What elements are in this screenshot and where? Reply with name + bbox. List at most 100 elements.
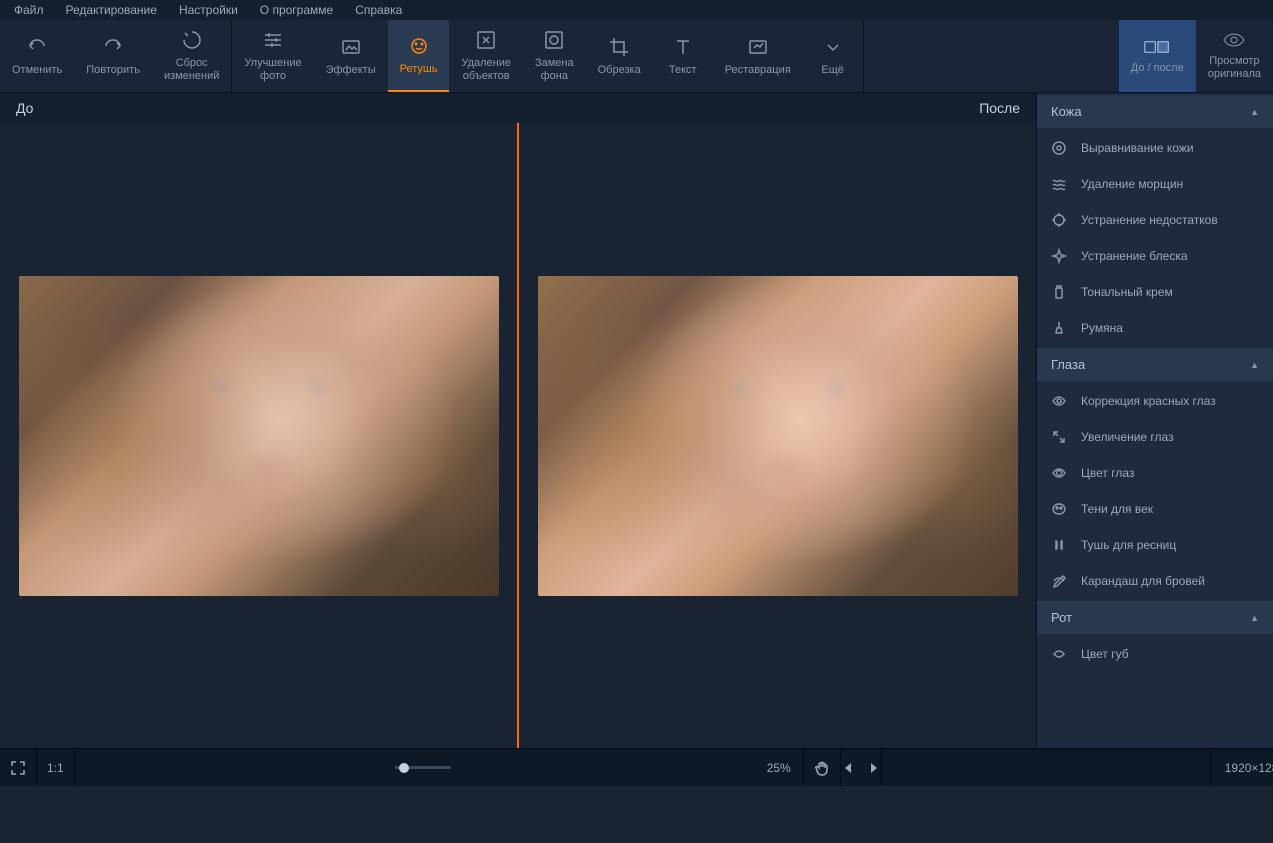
eyeshadow[interactable]: Тени для век — [1037, 491, 1273, 527]
text-button[interactable]: Текст — [653, 20, 713, 92]
change-background-button[interactable]: Заменафона — [523, 20, 586, 92]
redo-button[interactable]: Повторить — [74, 20, 152, 92]
navigation-controls — [841, 761, 881, 775]
dimensions-text: 1920×1280 — [1225, 761, 1273, 775]
zoom-controls: 25% — [75, 749, 804, 786]
section-skin-title: Кожа — [1051, 104, 1082, 119]
target-icon — [1051, 140, 1067, 156]
crosshair-icon — [1051, 212, 1067, 228]
hand-icon — [814, 760, 830, 776]
compare-view — [0, 123, 1036, 748]
bottle-icon — [1051, 284, 1067, 300]
section-skin[interactable]: Кожа ▲ — [1037, 95, 1273, 128]
crop-label: Обрезка — [598, 64, 641, 77]
before-after-toggle[interactable]: До / после — [1119, 20, 1196, 92]
canvas-area: До После — [0, 93, 1036, 748]
fullscreen-icon — [10, 760, 26, 776]
effects-icon — [340, 36, 362, 58]
eye-icon — [1051, 465, 1067, 481]
compare-icon — [1144, 38, 1170, 56]
after-photo — [538, 276, 1018, 596]
undo-icon — [26, 36, 48, 58]
section-eyes[interactable]: Глаза ▲ — [1037, 348, 1273, 381]
chevron-up-icon: ▲ — [1250, 613, 1259, 623]
sparkle-icon — [1051, 248, 1067, 264]
restore-button[interactable]: Реставрация — [713, 20, 803, 92]
more-button[interactable]: Ещё — [803, 20, 863, 92]
section-eyes-title: Глаза — [1051, 357, 1085, 372]
text-label: Текст — [669, 64, 697, 77]
view-original-button[interactable]: Просмотроригинала — [1196, 20, 1273, 92]
eye-enlargement[interactable]: Увеличение глаз — [1037, 419, 1273, 455]
blush[interactable]: Румяна — [1037, 310, 1273, 346]
before-pane[interactable] — [0, 123, 517, 748]
view-original-label: Просмотроригинала — [1208, 55, 1261, 80]
expand-icon — [1051, 429, 1067, 445]
after-pane[interactable] — [519, 123, 1036, 748]
reset-button[interactable]: Сбросизменений — [152, 20, 231, 92]
reset-label: Сбросизменений — [164, 57, 219, 82]
lip-color[interactable]: Цвет губ — [1037, 636, 1273, 672]
section-mouth[interactable]: Рот ▲ — [1037, 601, 1273, 634]
crop-button[interactable]: Обрезка — [586, 20, 653, 92]
retouch-button[interactable]: Ретушь — [388, 20, 450, 92]
after-label: После — [979, 100, 1020, 116]
eyebrow-pencil[interactable]: Карандаш для бровей — [1037, 563, 1273, 599]
chevron-up-icon: ▲ — [1250, 107, 1259, 117]
chevron-up-icon: ▲ — [1250, 360, 1259, 370]
palette-icon — [1051, 501, 1067, 517]
mascara-icon — [1051, 537, 1067, 553]
enhance-button[interactable]: Улучшениефото — [232, 20, 313, 92]
menu-about[interactable]: О программе — [250, 0, 343, 20]
remove-label: Удалениеобъектов — [461, 57, 511, 82]
foundation[interactable]: Тональный крем — [1037, 274, 1273, 310]
remove-objects-button[interactable]: Удалениеобъектов — [449, 20, 523, 92]
menu-edit[interactable]: Редактирование — [56, 0, 167, 20]
effects-button[interactable]: Эффекты — [314, 20, 388, 92]
prev-button[interactable] — [841, 761, 855, 775]
eye-icon — [1221, 31, 1247, 49]
zoom-thumb[interactable] — [399, 763, 409, 773]
background-label: Заменафона — [535, 57, 574, 82]
retouch-label: Ретушь — [400, 63, 438, 76]
delete-button[interactable] — [881, 749, 1210, 786]
statusbar: 1:1 25% 1920×1280 Сохранить — [0, 748, 1273, 786]
zoom-slider[interactable] — [395, 766, 451, 769]
text-icon — [672, 36, 694, 58]
eraser-icon — [475, 29, 497, 51]
undo-button[interactable]: Отменить — [0, 20, 74, 92]
background-icon — [543, 29, 565, 51]
enhance-label: Улучшениефото — [244, 57, 301, 82]
menu-help[interactable]: Справка — [345, 0, 412, 20]
face-icon — [408, 35, 430, 57]
menu-settings[interactable]: Настройки — [169, 0, 248, 20]
eye-icon — [1051, 393, 1067, 409]
zoom-1to1-button[interactable]: 1:1 — [37, 749, 75, 786]
content: До После Кожа ▲ Выравнивание кожи Удален… — [0, 93, 1273, 748]
toolbar: Отменить Повторить Сбросизменений Улучше… — [0, 20, 1273, 93]
pencil-icon — [1051, 573, 1067, 589]
shine-removal[interactable]: Устранение блеска — [1037, 238, 1273, 274]
undo-label: Отменить — [12, 64, 62, 77]
mouth-tools: Цвет губ — [1037, 636, 1273, 672]
fullscreen-button[interactable] — [0, 749, 37, 786]
before-after-label: До / после — [1131, 62, 1184, 75]
hand-tool-button[interactable] — [804, 749, 841, 786]
mascara[interactable]: Тушь для ресниц — [1037, 527, 1273, 563]
menubar: Файл Редактирование Настройки О программ… — [0, 0, 1273, 20]
wrinkle-removal[interactable]: Удаление морщин — [1037, 166, 1273, 202]
skin-smoothing[interactable]: Выравнивание кожи — [1037, 130, 1273, 166]
eye-color[interactable]: Цвет глаз — [1037, 455, 1273, 491]
menu-file[interactable]: Файл — [4, 0, 54, 20]
before-label: До — [16, 100, 33, 116]
eyes-tools: Коррекция красных глаз Увеличение глаз Ц… — [1037, 383, 1273, 599]
next-button[interactable] — [867, 761, 881, 775]
compare-header: До После — [0, 93, 1036, 123]
blemish-removal[interactable]: Устранение недостатков — [1037, 202, 1273, 238]
chevron-down-icon — [822, 36, 844, 58]
before-photo — [19, 276, 499, 596]
red-eye-correction[interactable]: Коррекция красных глаз — [1037, 383, 1273, 419]
image-dimensions: 1920×1280 — [1210, 749, 1273, 786]
section-mouth-title: Рот — [1051, 610, 1072, 625]
restore-icon — [747, 36, 769, 58]
